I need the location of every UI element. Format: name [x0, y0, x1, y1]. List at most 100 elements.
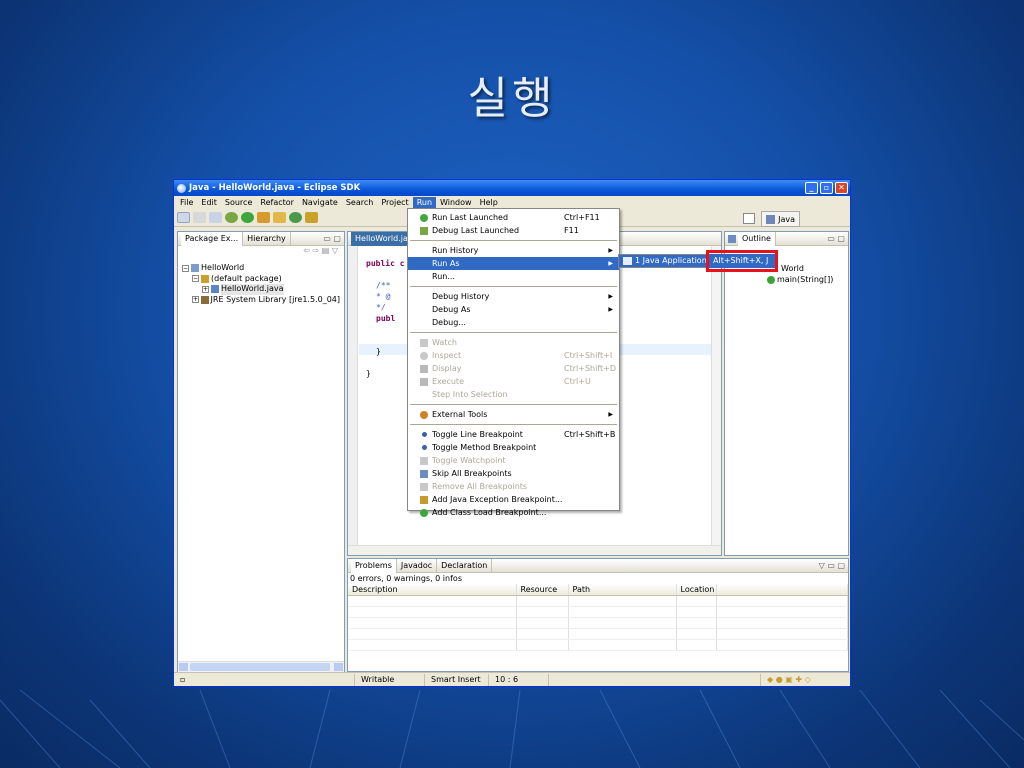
open-type-icon[interactable]: [305, 212, 318, 223]
back-icon[interactable]: ⇦: [303, 246, 310, 255]
status-trim-icons[interactable]: ◆ ● ▣ ✚ ◇: [760, 673, 850, 686]
menu-item-toggle-line-breakpoint[interactable]: Toggle Line Breakpoint Ctrl+Shift+B: [408, 428, 619, 441]
window-titlebar[interactable]: Java - HelloWorld.java - Eclipse SDK _ ▫…: [174, 180, 850, 196]
menu-source[interactable]: Source: [221, 197, 256, 209]
new-icon[interactable]: [177, 212, 190, 223]
tab-package-explorer[interactable]: Package Ex...: [181, 231, 244, 246]
menu-item-step-into-selection[interactable]: Step Into Selection: [408, 388, 619, 401]
menu-item-toggle-watchpoint[interactable]: Toggle Watchpoint: [408, 454, 619, 467]
menu-project[interactable]: Project: [377, 197, 412, 209]
horizontal-scrollbar[interactable]: [178, 661, 344, 672]
menu-item-inspect[interactable]: Inspect Ctrl+Shift+I: [408, 349, 619, 362]
menu-search[interactable]: Search: [342, 197, 377, 209]
menu-item-run-as[interactable]: Run As ▶: [408, 257, 619, 270]
menu-item-toggle-method-breakpoint[interactable]: Toggle Method Breakpoint: [408, 441, 619, 454]
menu-item-label: Remove All Breakpoints: [432, 482, 528, 491]
expand-icon[interactable]: +: [202, 285, 209, 293]
view-toolbar: ⇦ ⇨ ▤ ▽: [178, 246, 344, 259]
fast-view-icon[interactable]: ▫: [180, 675, 185, 684]
editor-hscrollbar[interactable]: [348, 545, 721, 555]
tree-item[interactable]: − HelloWorld: [182, 263, 340, 274]
menu-item-debug-dialog[interactable]: Debug...: [408, 316, 619, 329]
menu-item-skip-all-breakpoints[interactable]: Skip All Breakpoints: [408, 467, 619, 480]
minimize-icon[interactable]: _: [805, 182, 818, 194]
menu-item-watch[interactable]: Watch: [408, 336, 619, 349]
menu-item-display[interactable]: Display Ctrl+Shift+D: [408, 362, 619, 375]
tab-hierarchy[interactable]: Hierarchy: [243, 231, 291, 246]
menu-item-add-java-exception-breakpoint[interactable]: Add Java Exception Breakpoint...: [408, 493, 619, 506]
menu-window[interactable]: Window: [436, 197, 476, 209]
menu-file[interactable]: File: [176, 197, 197, 209]
java-perspective-icon: [766, 214, 776, 224]
minimize-maximize-icon[interactable]: ▭ ▢: [827, 234, 845, 243]
tab-problems[interactable]: Problems: [351, 558, 397, 573]
perspective-label: Java: [778, 214, 795, 224]
menu-item-debug-as[interactable]: Debug As ▶: [408, 303, 619, 316]
project-icon: [191, 264, 199, 273]
scroll-thumb[interactable]: [190, 663, 330, 671]
open-perspective-icon[interactable]: [743, 213, 755, 224]
menu-item-label: Watch: [432, 338, 457, 347]
close-icon[interactable]: ✕: [835, 182, 848, 194]
collapse-icon[interactable]: −: [182, 264, 189, 272]
menu-item-add-class-load-breakpoint[interactable]: Add Class Load Breakpoint...: [408, 506, 619, 519]
menu-item-run-history[interactable]: Run History ▶: [408, 244, 619, 257]
menu-item-run-dialog[interactable]: Run...: [408, 270, 619, 283]
menu-item-label: Toggle Watchpoint: [432, 456, 506, 465]
scroll-right-icon[interactable]: [334, 663, 343, 671]
tab-outline[interactable]: Outline: [738, 231, 776, 246]
view-menu-icon[interactable]: ▽ ▭ ▢: [819, 561, 845, 570]
menu-item-debug-last-launched[interactable]: Debug Last Launched F11: [408, 224, 619, 237]
tree-item[interactable]: + JRE System Library [jre1.5.0_04]: [182, 295, 340, 306]
run-icon[interactable]: [241, 212, 254, 223]
shortcut-callout: Alt+Shift+X, J: [706, 250, 778, 272]
column-description[interactable]: Description: [348, 584, 517, 596]
maximize-icon[interactable]: ▫: [820, 182, 833, 194]
column-resource[interactable]: Resource: [516, 584, 569, 596]
tab-helloworld-java[interactable]: HelloWorld.ja: [351, 231, 413, 246]
expand-icon[interactable]: +: [192, 296, 199, 304]
tree-item[interactable]: − (default package): [182, 274, 340, 285]
debug-icon[interactable]: [225, 212, 238, 223]
new-java-project-icon[interactable]: [273, 212, 286, 223]
print-icon[interactable]: [209, 212, 222, 223]
perspective-java[interactable]: Java: [761, 211, 800, 227]
save-icon[interactable]: [193, 212, 206, 223]
menu-run[interactable]: Run: [412, 196, 437, 209]
tree-item[interactable]: + HelloWorld.java: [182, 284, 340, 295]
outline-icon: [728, 234, 736, 243]
menu-edit[interactable]: Edit: [197, 197, 221, 209]
tab-declaration[interactable]: Declaration: [437, 558, 493, 573]
menu-refactor[interactable]: Refactor: [256, 197, 298, 209]
run-as-submenu-java-application[interactable]: 1 Java Application: [618, 254, 712, 268]
minimize-maximize-icon[interactable]: ▭ ▢: [323, 234, 341, 243]
collapse-all-icon[interactable]: ▤: [322, 246, 330, 255]
view-menu-icon[interactable]: ▽: [332, 246, 338, 255]
menu-item-label: Add Java Exception Breakpoint...: [432, 495, 563, 504]
status-spacer: [548, 673, 760, 686]
outline-item[interactable]: main(String[]): [729, 275, 844, 286]
menu-item-run-last-launched[interactable]: Run Last Launched Ctrl+F11: [408, 211, 619, 224]
code-line: */: [376, 303, 386, 312]
menu-help[interactable]: Help: [476, 197, 502, 209]
code-area[interactable]: public c /** * @ */ publ } }: [366, 258, 405, 379]
menu-navigate[interactable]: Navigate: [298, 197, 342, 209]
menu-item-remove-all-breakpoints[interactable]: Remove All Breakpoints: [408, 480, 619, 493]
menu-separator: [410, 240, 617, 241]
menu-item-debug-history[interactable]: Debug History ▶: [408, 290, 619, 303]
menu-item-execute[interactable]: Execute Ctrl+U: [408, 375, 619, 388]
run-last-icon: [420, 214, 428, 222]
column-path[interactable]: Path: [568, 584, 677, 596]
menu-item-external-tools[interactable]: External Tools ▶: [408, 408, 619, 421]
collapse-icon[interactable]: −: [192, 275, 199, 283]
new-class-icon[interactable]: [289, 212, 302, 223]
menu-item-label: Display: [432, 364, 462, 373]
tab-javadoc[interactable]: Javadoc: [397, 558, 438, 573]
external-tools-icon[interactable]: [257, 212, 270, 223]
submenu-arrow-icon: ▶: [608, 247, 613, 254]
overview-ruler: [711, 246, 721, 545]
forward-icon[interactable]: ⇨: [312, 246, 319, 255]
shortcut-submenu-item[interactable]: Alt+Shift+X, J: [709, 254, 775, 268]
scroll-left-icon[interactable]: [179, 663, 188, 671]
column-location[interactable]: Location: [676, 584, 717, 596]
